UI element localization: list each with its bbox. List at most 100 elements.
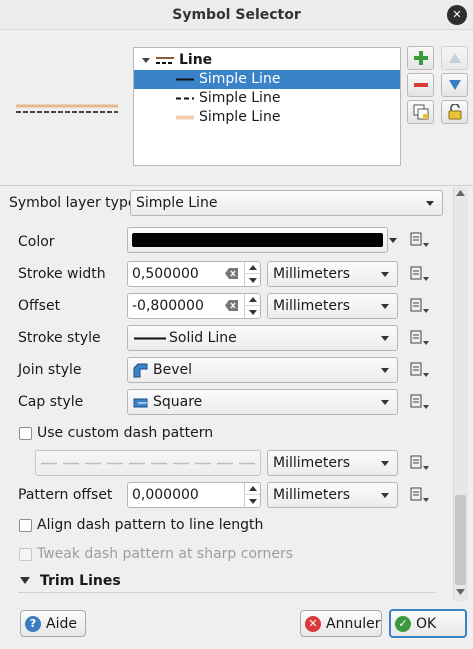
symbol-layer-tree[interactable]: Line Simple Line Simple Line Simple Line bbox=[133, 47, 401, 166]
cancel-icon: ✕ bbox=[305, 615, 321, 632]
group-border bbox=[18, 592, 435, 593]
data-defined-icon bbox=[410, 487, 429, 502]
check-icon: ✓ bbox=[395, 615, 411, 632]
trim-lines-group-title[interactable]: Trim Lines bbox=[40, 573, 121, 589]
color-swatch bbox=[132, 233, 383, 247]
pattern-offset-value: 0,000000 bbox=[132, 487, 199, 503]
stroke-width-unit-combo[interactable]: Millimeters bbox=[267, 261, 398, 287]
square-cap-icon bbox=[133, 398, 148, 408]
chevron-down-icon bbox=[389, 237, 397, 243]
scrollbar-thumb[interactable] bbox=[455, 495, 466, 585]
tree-item-simple-line-3[interactable]: Simple Line bbox=[134, 108, 400, 127]
symbol-layer-type-combo[interactable]: Simple Line bbox=[130, 190, 443, 216]
help-button[interactable]: ? Aide bbox=[20, 610, 86, 637]
dash-pattern-button[interactable] bbox=[35, 450, 261, 476]
tree-item-simple-line-1[interactable]: Simple Line bbox=[134, 70, 400, 89]
scroll-down-arrow-icon[interactable] bbox=[456, 589, 465, 595]
lock-icon bbox=[448, 104, 461, 120]
offset-label: Offset bbox=[18, 298, 61, 314]
chevron-down-icon bbox=[381, 272, 389, 277]
window-title: Symbol Selector bbox=[0, 0, 473, 30]
data-defined-icon bbox=[410, 455, 429, 470]
offset-spinbox[interactable]: -0,800000 bbox=[127, 293, 261, 319]
tweak-dash-checkbox[interactable] bbox=[19, 548, 32, 561]
tree-item-label: Simple Line bbox=[199, 71, 281, 87]
spin-up-button[interactable] bbox=[244, 483, 260, 495]
tree-item-simple-line-2[interactable]: Simple Line bbox=[134, 89, 400, 108]
offset-unit-value: Millimeters bbox=[273, 298, 351, 314]
data-defined-override-button[interactable] bbox=[407, 450, 433, 476]
data-defined-override-button[interactable] bbox=[407, 227, 433, 253]
chevron-down-icon bbox=[381, 493, 389, 498]
tree-item-label: Simple Line bbox=[199, 90, 281, 106]
solid-line-icon bbox=[176, 78, 194, 81]
data-defined-override-button[interactable] bbox=[407, 325, 433, 351]
divider bbox=[0, 185, 473, 186]
chevron-down-icon bbox=[381, 304, 389, 309]
add-layer-button[interactable] bbox=[407, 46, 434, 70]
data-defined-override-button[interactable] bbox=[407, 357, 433, 383]
color-label: Color bbox=[18, 234, 55, 250]
duplicate-layer-button[interactable] bbox=[407, 100, 434, 124]
data-defined-override-button[interactable] bbox=[407, 293, 433, 319]
stroke-width-value: 0,500000 bbox=[132, 266, 199, 282]
pattern-offset-unit-value: Millimeters bbox=[273, 487, 351, 503]
spin-down-button[interactable] bbox=[244, 306, 260, 318]
ok-button[interactable]: ✓ OK bbox=[389, 609, 467, 638]
color-menu-button[interactable] bbox=[386, 227, 400, 253]
chevron-down-icon bbox=[248, 498, 257, 504]
lock-layer-button[interactable] bbox=[441, 100, 468, 124]
join-style-label: Join style bbox=[18, 362, 82, 378]
symbol-layer-type-value: Simple Line bbox=[136, 195, 218, 211]
spin-down-button[interactable] bbox=[244, 274, 260, 286]
data-defined-override-button[interactable] bbox=[407, 261, 433, 287]
move-up-button[interactable] bbox=[441, 46, 468, 70]
cancel-button[interactable]: ✕ Annuler bbox=[300, 610, 382, 637]
data-defined-icon bbox=[410, 394, 429, 409]
spin-up-button[interactable] bbox=[244, 294, 260, 306]
cap-style-combo[interactable]: Square bbox=[127, 389, 398, 415]
stroke-style-combo[interactable]: Solid Line bbox=[127, 325, 398, 351]
chevron-down-icon bbox=[381, 336, 389, 341]
tree-root-line[interactable]: Line bbox=[134, 51, 400, 70]
collapse-arrow-icon[interactable] bbox=[20, 577, 30, 584]
chevron-down-icon bbox=[248, 309, 257, 315]
spin-down-button[interactable] bbox=[244, 495, 260, 507]
close-button[interactable]: ✕ bbox=[447, 5, 467, 25]
data-defined-icon bbox=[410, 362, 429, 377]
chevron-up-icon bbox=[248, 265, 257, 270]
pattern-offset-label: Pattern offset bbox=[18, 487, 113, 503]
solid-line-icon bbox=[134, 337, 166, 340]
cap-style-value: Square bbox=[153, 394, 203, 410]
stroke-style-label: Stroke style bbox=[18, 330, 101, 346]
pattern-offset-spinbox[interactable]: 0,000000 bbox=[127, 482, 261, 508]
move-down-button[interactable] bbox=[441, 73, 468, 97]
data-defined-override-button[interactable] bbox=[407, 482, 433, 508]
stroke-width-label: Stroke width bbox=[18, 266, 106, 282]
tree-root-label: Line bbox=[179, 52, 213, 68]
tree-item-label: Simple Line bbox=[199, 109, 281, 125]
pattern-offset-unit-combo[interactable]: Millimeters bbox=[267, 482, 398, 508]
symbol-layer-type-label: Symbol layer type bbox=[9, 195, 137, 211]
chevron-down-icon bbox=[381, 368, 389, 373]
offset-unit-combo[interactable]: Millimeters bbox=[267, 293, 398, 319]
align-dash-checkbox[interactable] bbox=[19, 519, 32, 532]
join-style-combo[interactable]: Bevel bbox=[127, 357, 398, 383]
remove-layer-button[interactable] bbox=[407, 73, 434, 97]
data-defined-override-button[interactable] bbox=[407, 389, 433, 415]
help-button-label: Aide bbox=[46, 615, 77, 632]
chevron-up-icon bbox=[248, 297, 257, 302]
color-button[interactable] bbox=[127, 227, 388, 253]
collapse-arrow-icon[interactable] bbox=[142, 58, 150, 63]
spin-up-button[interactable] bbox=[244, 262, 260, 274]
dash-unit-combo[interactable]: Millimeters bbox=[267, 450, 398, 476]
line-symbol-icon bbox=[156, 57, 174, 64]
clear-icon[interactable] bbox=[225, 268, 238, 279]
join-style-value: Bevel bbox=[153, 362, 193, 378]
chevron-down-icon bbox=[426, 201, 434, 206]
stroke-width-spinbox[interactable]: 0,500000 bbox=[127, 261, 261, 287]
custom-dash-checkbox[interactable] bbox=[19, 427, 32, 440]
scroll-up-arrow-icon[interactable] bbox=[456, 190, 465, 196]
clear-icon[interactable] bbox=[225, 300, 238, 311]
chevron-down-icon bbox=[381, 400, 389, 405]
